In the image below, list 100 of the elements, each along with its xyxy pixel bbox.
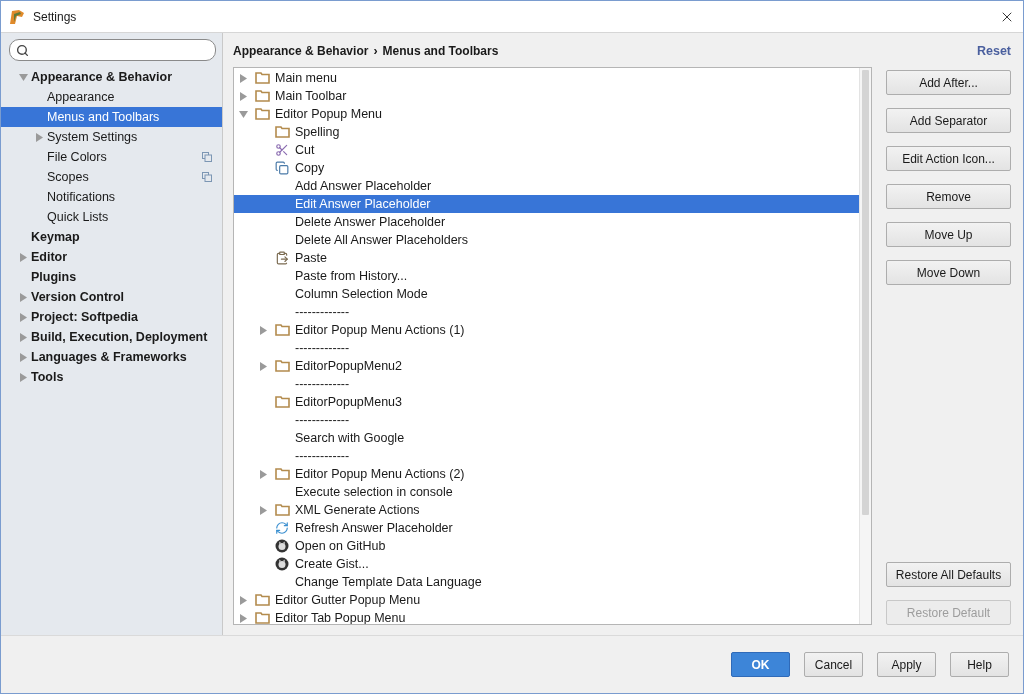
- collapsed-arrow-icon[interactable]: [239, 595, 248, 605]
- sidebar-item[interactable]: System Settings: [1, 127, 222, 147]
- tree-item[interactable]: Main menu: [234, 69, 859, 87]
- tree-item[interactable]: Editor Popup Menu: [234, 105, 859, 123]
- folder-icon: [255, 612, 270, 624]
- folder-icon: [255, 72, 270, 84]
- collapsed-arrow-icon[interactable]: [35, 132, 44, 142]
- separator-entry[interactable]: -------------: [234, 411, 859, 429]
- collapsed-arrow-icon[interactable]: [259, 325, 268, 335]
- dialog-button[interactable]: OK: [731, 652, 790, 677]
- tree-item[interactable]: Editor Tab Popup Menu: [234, 609, 859, 624]
- action-button[interactable]: Add After...: [886, 70, 1011, 95]
- tree-item[interactable]: Paste from History...: [234, 267, 859, 285]
- app-logo-icon: [9, 8, 25, 25]
- window-title: Settings: [33, 9, 78, 24]
- folder-icon: [255, 108, 270, 120]
- folder-icon: [255, 594, 270, 606]
- separator-entry[interactable]: -------------: [234, 339, 859, 357]
- sidebar-item[interactable]: Notifications: [1, 187, 222, 207]
- scissors-icon: [275, 143, 289, 157]
- breadcrumb-current: Menus and Toolbars: [382, 44, 499, 58]
- collapsed-arrow-icon[interactable]: [19, 252, 28, 262]
- folder-icon: [275, 324, 290, 336]
- refresh-icon: [275, 521, 289, 535]
- collapsed-arrow-icon[interactable]: [239, 91, 248, 101]
- collapsed-arrow-icon[interactable]: [19, 352, 28, 362]
- tree-item[interactable]: EditorPopupMenu2: [234, 357, 859, 375]
- sidebar-item[interactable]: Appearance: [1, 87, 222, 107]
- reset-link[interactable]: Reset: [976, 44, 1011, 58]
- sidebar-item[interactable]: Menus and Toolbars: [1, 107, 222, 127]
- cat-face-icon: [275, 539, 289, 553]
- tree-item[interactable]: Delete All Answer Placeholders: [234, 231, 859, 249]
- tree-item[interactable]: Change Template Data Language: [234, 573, 859, 591]
- sidebar-item[interactable]: Appearance & Behavior: [1, 67, 222, 87]
- tree-item[interactable]: Open on GitHub: [234, 537, 859, 555]
- sidebar-item[interactable]: Keymap: [1, 227, 222, 247]
- sidebar-item[interactable]: Languages & Frameworks: [1, 347, 222, 367]
- collapsed-arrow-icon[interactable]: [19, 292, 28, 302]
- sidebar-item[interactable]: Project: Softpedia: [1, 307, 222, 327]
- separator-entry[interactable]: -------------: [234, 303, 859, 321]
- tree-item[interactable]: Add Answer Placeholder: [234, 177, 859, 195]
- tree-item[interactable]: Copy: [234, 159, 859, 177]
- collapsed-arrow-icon[interactable]: [19, 372, 28, 382]
- separator-entry[interactable]: -------------: [234, 447, 859, 465]
- folder-icon: [275, 126, 290, 138]
- search-icon: [16, 43, 29, 57]
- action-button[interactable]: Move Up: [886, 222, 1011, 247]
- sidebar-item[interactable]: Editor: [1, 247, 222, 267]
- dialog-button[interactable]: Help: [950, 652, 1009, 677]
- tree-item[interactable]: Editor Popup Menu Actions (1): [234, 321, 859, 339]
- collapsed-arrow-icon[interactable]: [239, 613, 248, 623]
- folder-icon: [275, 504, 290, 516]
- sidebar-item[interactable]: Plugins: [1, 267, 222, 287]
- copy-icon: [275, 161, 289, 175]
- sidebar-item[interactable]: Version Control: [1, 287, 222, 307]
- dialog-button[interactable]: Cancel: [804, 652, 863, 677]
- dialog-button[interactable]: Apply: [877, 652, 936, 677]
- expanded-arrow-icon[interactable]: [239, 109, 248, 119]
- tree-item[interactable]: Spelling: [234, 123, 859, 141]
- search-field[interactable]: [9, 39, 216, 61]
- folder-icon: [275, 360, 290, 372]
- collapsed-arrow-icon[interactable]: [19, 312, 28, 322]
- collapsed-arrow-icon[interactable]: [259, 361, 268, 371]
- folder-icon: [275, 468, 290, 480]
- tree-item[interactable]: Main Toolbar: [234, 87, 859, 105]
- tree-item[interactable]: XML Generate Actions: [234, 501, 859, 519]
- tree-item[interactable]: Delete Answer Placeholder: [234, 213, 859, 231]
- sidebar-item[interactable]: Build, Execution, Deployment: [1, 327, 222, 347]
- tree-item[interactable]: Create Gist...: [234, 555, 859, 573]
- tree-item[interactable]: Editor Popup Menu Actions (2): [234, 465, 859, 483]
- action-button[interactable]: Add Separator: [886, 108, 1011, 133]
- breadcrumb-separator: ›: [373, 44, 378, 58]
- action-button[interactable]: Remove: [886, 184, 1011, 209]
- tree-item[interactable]: Editor Gutter Popup Menu: [234, 591, 859, 609]
- folder-icon: [275, 396, 290, 408]
- collapsed-arrow-icon[interactable]: [239, 73, 248, 83]
- scrollbar[interactable]: [859, 68, 871, 624]
- separator-entry[interactable]: -------------: [234, 375, 859, 393]
- action-button[interactable]: Move Down: [886, 260, 1011, 285]
- tree-item[interactable]: Search with Google: [234, 429, 859, 447]
- tree-item[interactable]: Column Selection Mode: [234, 285, 859, 303]
- tree-item[interactable]: Edit Answer Placeholder: [234, 195, 859, 213]
- sidebar-item[interactable]: Tools: [1, 367, 222, 387]
- action-button[interactable]: Edit Action Icon...: [886, 146, 1011, 171]
- cat-face-icon: [275, 557, 289, 571]
- collapsed-arrow-icon[interactable]: [259, 505, 268, 515]
- tree-item[interactable]: Cut: [234, 141, 859, 159]
- sidebar-item[interactable]: Scopes: [1, 167, 222, 187]
- restore-button[interactable]: Restore All Defaults: [886, 562, 1011, 587]
- clipboard-icon: [275, 251, 289, 265]
- collapsed-arrow-icon[interactable]: [19, 332, 28, 342]
- collapsed-arrow-icon[interactable]: [259, 469, 268, 479]
- tree-item[interactable]: Execute selection in console: [234, 483, 859, 501]
- tree-item[interactable]: EditorPopupMenu3: [234, 393, 859, 411]
- tree-item[interactable]: Refresh Answer Placeholder: [234, 519, 859, 537]
- expanded-arrow-icon[interactable]: [19, 72, 28, 82]
- tree-item[interactable]: Paste: [234, 249, 859, 267]
- sidebar-item[interactable]: Quick Lists: [1, 207, 222, 227]
- breadcrumb-parent: Appearance & Behavior: [233, 44, 369, 58]
- sidebar-item[interactable]: File Colors: [1, 147, 222, 167]
